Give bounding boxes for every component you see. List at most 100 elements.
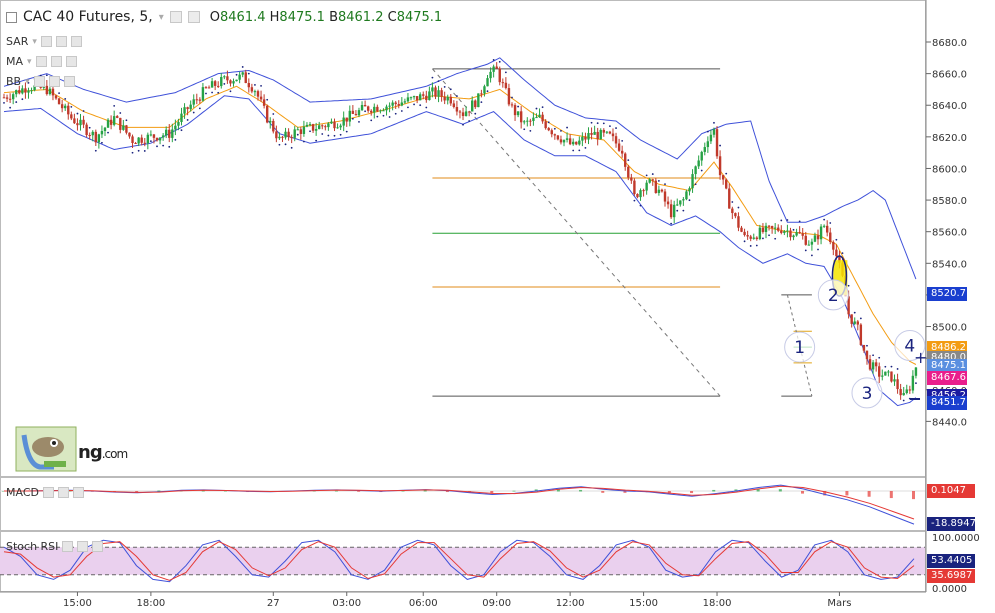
macd-histogram-bar: [690, 491, 694, 494]
candle-body: [571, 141, 575, 145]
sar-dot: [156, 145, 158, 148]
gear-icon[interactable]: [55, 36, 67, 47]
sar-dot: [284, 143, 287, 146]
candle-body: [425, 95, 428, 101]
candle-body: [804, 235, 807, 245]
candle-body: [409, 97, 413, 99]
x-tick-label: Mars: [827, 598, 851, 609]
candle-body: [354, 113, 358, 116]
sar-dot: [70, 105, 73, 108]
eye-icon[interactable]: [62, 541, 74, 552]
ohlc-readout: O8461.4 H8475.1 B8461.2 C8475.1: [209, 9, 443, 25]
candle-body: [639, 190, 642, 198]
sar-dot: [266, 98, 269, 101]
eye-icon[interactable]: [42, 487, 54, 498]
eye-icon[interactable]: [169, 11, 182, 23]
candle-body: [507, 88, 511, 105]
candle-body: [816, 235, 820, 240]
candle-body: [330, 121, 333, 124]
candle-body: [164, 129, 168, 136]
candle-body: [890, 371, 893, 382]
indicator-bb[interactable]: BB ▾: [6, 75, 75, 88]
candle-body: [403, 101, 407, 103]
indicator-stoch-rsi[interactable]: Stoch RSI: [6, 540, 104, 553]
collapse-square-icon[interactable]: [6, 11, 17, 23]
candle-body: [51, 88, 55, 96]
sar-dot: [804, 249, 807, 252]
sar-dot: [768, 234, 770, 237]
candle-body: [155, 137, 159, 141]
candle-body: [535, 117, 538, 119]
candle-body: [783, 231, 786, 233]
sar-dot: [786, 219, 789, 221]
indicator-ma[interactable]: MA ▾: [6, 55, 77, 68]
candle-body: [636, 193, 639, 198]
sar-dot: [113, 104, 116, 107]
chevron-down-icon[interactable]: ▾: [159, 12, 164, 23]
y-tick-label: 8440.0: [932, 417, 967, 428]
macd-value-badge: -18.8947: [927, 517, 976, 531]
sar-dot: [290, 146, 293, 149]
symbol-title[interactable]: CAC 40 Futures, 5,: [23, 9, 153, 25]
x-tick-label: 18:00: [703, 598, 732, 609]
candle-body: [896, 379, 899, 390]
candle-body: [226, 76, 229, 81]
candle-body: [899, 389, 902, 396]
eye-icon[interactable]: [33, 76, 45, 87]
close-icon[interactable]: [92, 541, 104, 552]
sar-dot: [798, 220, 801, 223]
eye-icon[interactable]: [40, 36, 52, 47]
candle-body: [119, 117, 122, 130]
gear-icon[interactable]: [48, 76, 60, 87]
sar-dot: [615, 127, 617, 129]
candle-body: [213, 81, 217, 86]
close-icon[interactable]: [72, 487, 84, 498]
candle-body: [400, 102, 404, 106]
indicator-sar[interactable]: SAR ▾: [6, 35, 82, 48]
sar-dot: [504, 71, 507, 74]
chart-canvas[interactable]: 8680.0 8660.0 8640.0 8620.0 8600.0 8580.0 8560…: [0, 0, 995, 613]
candle-body: [394, 102, 397, 105]
indicator-macd[interactable]: MACD: [6, 486, 84, 499]
sar-dot: [743, 240, 746, 243]
chevron-down-icon[interactable]: ▾: [27, 57, 32, 67]
candle-body: [749, 236, 752, 239]
annotation-label: 3: [862, 384, 873, 404]
candle-body: [379, 110, 382, 112]
candle-body: [345, 117, 348, 122]
close-icon[interactable]: [65, 56, 77, 67]
candle-body: [666, 201, 670, 205]
chevron-down-icon[interactable]: ▾: [32, 37, 37, 47]
gear-icon[interactable]: [77, 541, 89, 552]
gear-icon[interactable]: [57, 487, 69, 498]
candle-body: [654, 180, 658, 193]
candle-body: [862, 344, 866, 351]
x-tick-label: 06:00: [409, 598, 438, 609]
sar-dot: [664, 183, 666, 186]
gear-icon[interactable]: [50, 56, 62, 67]
candle-body: [112, 116, 116, 125]
sar-dot: [609, 125, 611, 127]
candle-body: [657, 189, 661, 193]
candle-body: [471, 100, 474, 112]
gear-icon[interactable]: [187, 11, 200, 23]
sar-dot: [719, 144, 721, 147]
candle-body: [464, 111, 468, 117]
candle-body: [177, 121, 180, 126]
candle-body: [370, 110, 373, 113]
close-icon[interactable]: [63, 76, 75, 87]
candle-body: [688, 188, 691, 192]
sar-dot: [315, 139, 318, 142]
chevron-down-icon[interactable]: ▾: [25, 77, 30, 87]
candle-body: [461, 112, 465, 117]
sar-dot: [21, 98, 24, 101]
candle-body: [79, 119, 82, 126]
close-icon[interactable]: [70, 36, 82, 47]
sar-dot: [657, 180, 660, 182]
sar-dot: [645, 174, 648, 177]
eye-icon[interactable]: [35, 56, 47, 67]
candle-body: [559, 139, 563, 143]
sar-dot: [670, 222, 673, 225]
plus-icon: +: [914, 348, 927, 367]
sar-dot: [511, 96, 513, 99]
